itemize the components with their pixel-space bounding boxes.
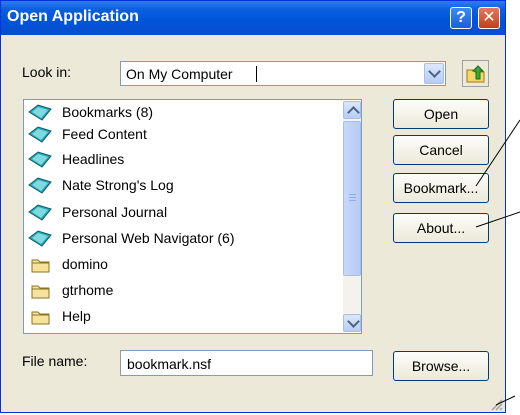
open-button[interactable]: Open <box>393 99 489 129</box>
scroll-down-button[interactable] <box>343 314 361 332</box>
list-item-label: domino <box>62 256 108 272</box>
chevron-down-icon <box>347 315 360 328</box>
folder-icon <box>31 285 50 299</box>
look-in-dropdown-button[interactable] <box>424 63 444 84</box>
dialog-title: Open Application <box>7 8 139 25</box>
folder-icon <box>31 311 50 325</box>
open-application-dialog: Open Application ? ✕ Look in: On My Comp… <box>0 0 506 413</box>
list-item-label: Help <box>62 308 91 324</box>
look-in-label: Look in: <box>22 64 72 80</box>
database-icon <box>28 151 52 168</box>
browse-button[interactable]: Browse... <box>393 351 489 381</box>
chevron-up-icon <box>347 106 360 119</box>
close-icon: ✕ <box>482 9 496 26</box>
list-item[interactable]: Bookmarks (8) <box>28 102 338 123</box>
look-in-value: On My Computer <box>126 66 233 82</box>
grip-line <box>349 200 356 201</box>
list-item-label: gtrhome <box>62 282 114 298</box>
title-bar[interactable]: Open Application ? ✕ <box>1 1 505 35</box>
list-item[interactable]: Personal Web Navigator (6) <box>28 228 338 249</box>
up-one-level-button[interactable] <box>462 60 489 87</box>
database-icon <box>28 126 52 143</box>
file-name-value: bookmark.nsf <box>127 356 212 372</box>
bookmark-button[interactable]: Bookmark... <box>393 173 489 203</box>
database-icon <box>28 204 52 221</box>
list-item[interactable]: domino <box>28 254 338 275</box>
text-cursor <box>256 66 257 82</box>
scroll-up-button[interactable] <box>343 101 361 119</box>
grip-line <box>349 197 356 198</box>
folder-icon <box>31 259 50 273</box>
resize-grip-icon[interactable] <box>489 397 503 411</box>
help-icon: ? <box>456 9 466 26</box>
list-item[interactable]: Personal Journal <box>28 202 338 223</box>
file-list[interactable]: Bookmarks (8) Feed Content Headlines Nat… <box>23 99 362 334</box>
file-name-field[interactable]: bookmark.nsf <box>120 350 373 376</box>
database-icon <box>28 104 52 121</box>
list-item[interactable]: Help <box>28 306 338 327</box>
vertical-scrollbar[interactable] <box>343 101 361 332</box>
list-item-label: Headlines <box>62 151 125 167</box>
list-item[interactable]: Nate Strong's Log <box>28 175 338 196</box>
look-in-select[interactable]: On My Computer <box>120 61 446 86</box>
list-item-label: Bookmarks (8) <box>62 104 154 120</box>
list-item[interactable]: Headlines <box>28 149 338 170</box>
list-item[interactable]: Feed Content <box>28 124 338 145</box>
list-item[interactable]: gtrhome <box>28 280 338 301</box>
list-item-label: Nate Strong's Log <box>62 177 174 193</box>
up-one-level-icon <box>466 65 485 83</box>
about-button[interactable]: About... <box>393 213 489 243</box>
grip-line <box>349 194 356 195</box>
file-name-label: File name: <box>22 353 88 369</box>
list-item-label: Feed Content <box>62 126 147 142</box>
close-button[interactable]: ✕ <box>478 7 500 29</box>
cancel-button[interactable]: Cancel <box>393 135 489 165</box>
database-icon <box>28 230 52 247</box>
database-icon <box>28 177 52 194</box>
scrollbar-thumb[interactable] <box>343 121 361 276</box>
help-button[interactable]: ? <box>450 7 472 29</box>
chevron-down-icon <box>428 65 441 78</box>
list-item-label: Personal Journal <box>62 204 168 220</box>
list-item-label: Personal Web Navigator (6) <box>62 230 235 246</box>
